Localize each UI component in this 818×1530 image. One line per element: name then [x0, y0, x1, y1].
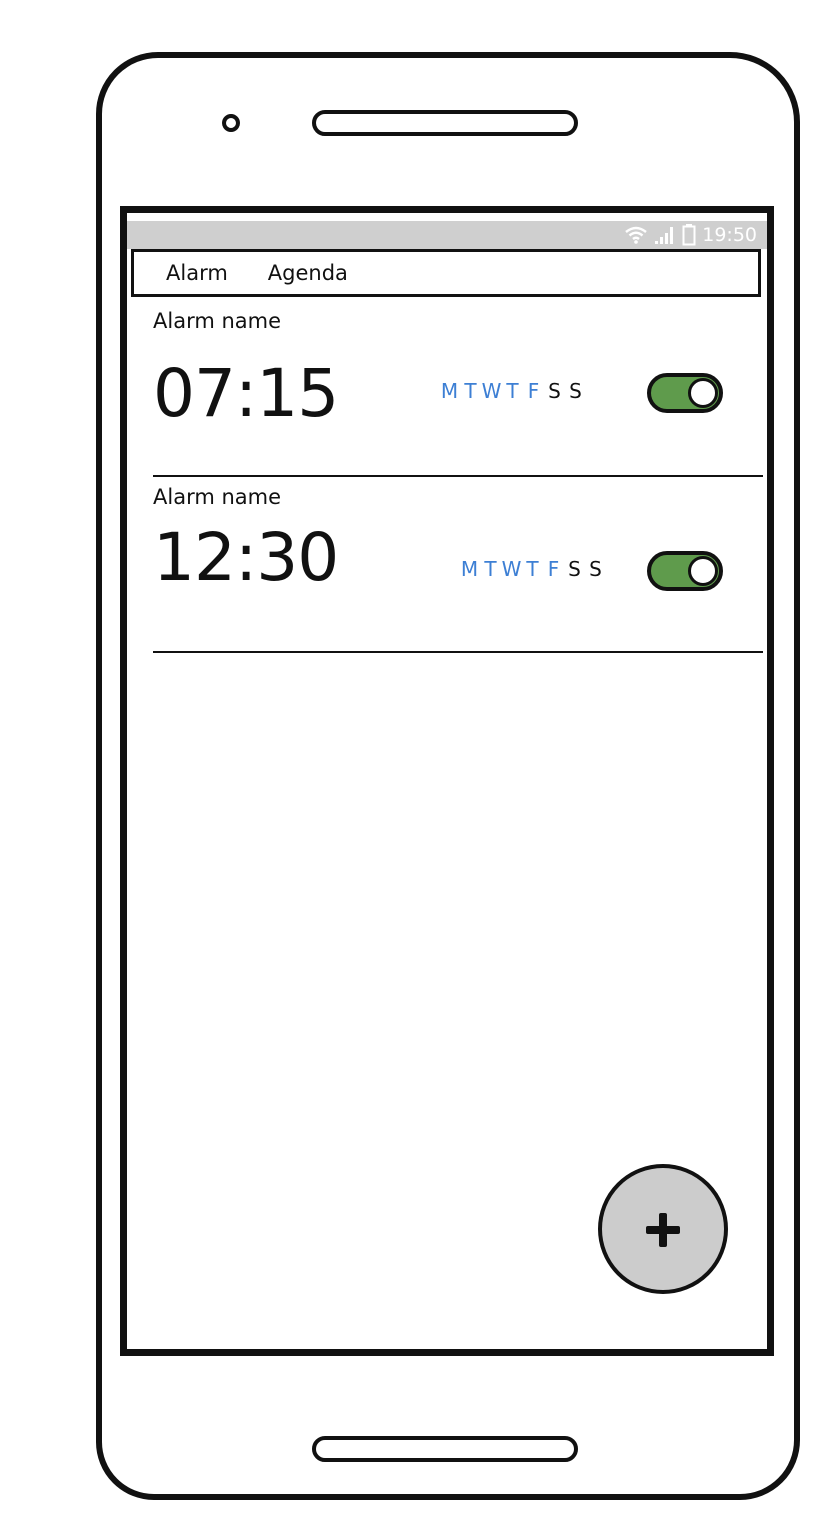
toggle-knob	[688, 378, 718, 408]
day-friday[interactable]: F	[543, 557, 564, 581]
alarm-days: M T W T F S S	[439, 379, 586, 403]
day-sunday[interactable]: S	[585, 557, 606, 581]
tab-alarm[interactable]: Alarm	[166, 261, 228, 285]
day-monday[interactable]: M	[439, 379, 460, 403]
day-tuesday[interactable]: T	[460, 379, 481, 403]
status-bar: 19:50	[127, 221, 767, 249]
alarm-time[interactable]: 12:30	[153, 519, 339, 596]
alarm-list-item[interactable]: Alarm name 12:30 M T W T F S S	[153, 485, 767, 653]
add-alarm-button[interactable]	[598, 1164, 728, 1294]
alarm-toggle[interactable]	[647, 551, 723, 591]
alarm-list-item[interactable]: Alarm name 07:15 M T W T F S S	[153, 309, 767, 477]
day-saturday[interactable]: S	[544, 379, 565, 403]
battery-icon	[682, 224, 696, 246]
alarm-name: Alarm name	[153, 485, 282, 509]
day-thursday[interactable]: T	[522, 557, 543, 581]
alarm-toggle[interactable]	[647, 373, 723, 413]
day-saturday[interactable]: S	[564, 557, 585, 581]
alarm-name: Alarm name	[153, 309, 282, 333]
divider	[153, 651, 763, 653]
day-wednesday[interactable]: W	[501, 557, 522, 581]
day-thursday[interactable]: T	[502, 379, 523, 403]
status-icons: 19:50	[624, 223, 757, 247]
day-wednesday[interactable]: W	[481, 379, 502, 403]
toggle-knob	[688, 556, 718, 586]
alarm-time[interactable]: 07:15	[153, 355, 339, 432]
day-sunday[interactable]: S	[565, 379, 586, 403]
tab-bar: Alarm Agenda	[131, 249, 761, 297]
home-button	[312, 1436, 578, 1462]
day-monday[interactable]: M	[459, 557, 480, 581]
tab-agenda[interactable]: Agenda	[268, 261, 348, 285]
signal-icon	[655, 227, 674, 244]
divider	[153, 475, 763, 477]
day-friday[interactable]: F	[523, 379, 544, 403]
camera-icon	[222, 114, 240, 132]
wifi-icon	[625, 226, 648, 244]
alarm-days: M T W T F S S	[459, 557, 606, 581]
status-time: 19:50	[702, 224, 757, 246]
day-tuesday[interactable]: T	[480, 557, 501, 581]
speaker-grille	[312, 110, 578, 136]
